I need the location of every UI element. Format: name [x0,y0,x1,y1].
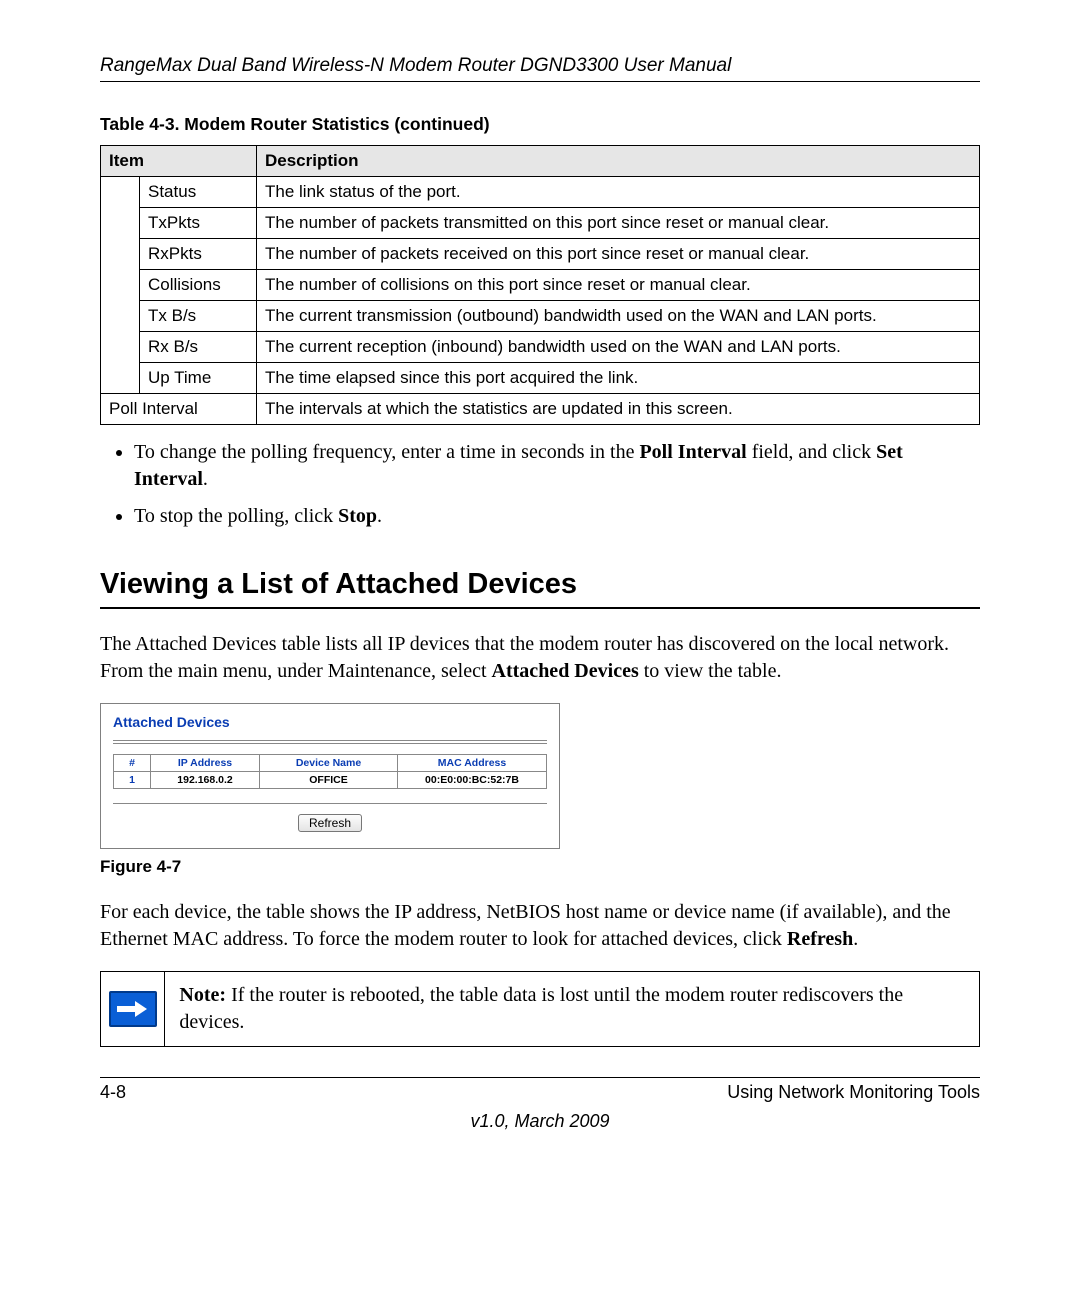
bold-text: Stop [338,505,377,527]
row-desc: The number of collisions on this port si… [257,270,980,301]
version-date: v1.0, March 2009 [100,1111,980,1132]
th-description: Description [257,146,980,177]
row-item: Tx B/s [140,301,257,332]
note-label: Note: [179,984,226,1006]
th-ip: IP Address [151,755,260,772]
row-desc: The current transmission (outbound) band… [257,301,980,332]
bold-text: Refresh [787,928,853,950]
th-num: # [114,755,151,772]
text: . [203,468,208,490]
text: If the router is rebooted, the table dat… [179,984,903,1033]
row-item-poll: Poll Interval [101,394,257,425]
arrow-right-icon [109,991,157,1027]
list-item: To change the polling frequency, enter a… [134,439,980,493]
section-name: Using Network Monitoring Tools [727,1082,980,1103]
td-ip: 192.168.0.2 [151,772,260,789]
section-heading: Viewing a List of Attached Devices [100,568,980,601]
text: . [377,505,382,527]
note-box: Note: If the router is rebooted, the tab… [100,971,980,1047]
stats-table: Item Description StatusThe link status o… [100,145,980,425]
row-item: Rx B/s [140,332,257,363]
header-rule [100,81,980,82]
attached-devices-table: # IP Address Device Name MAC Address 1 1… [113,754,547,789]
footer-rule [100,1077,980,1078]
text: To stop the polling, click [134,505,338,527]
page-number: 4-8 [100,1082,126,1103]
footer-row: 4-8 Using Network Monitoring Tools [100,1082,980,1103]
figure-caption: Figure 4-7 [100,857,980,877]
bullet-list: To change the polling frequency, enter a… [100,439,980,530]
row-item: TxPkts [140,208,257,239]
figure-title: Attached Devices [113,714,547,730]
row-desc: The number of packets received on this p… [257,239,980,270]
section-rule [100,607,980,609]
td-num: 1 [114,772,151,789]
row-item: Up Time [140,363,257,394]
bold-text: Poll Interval [639,441,746,463]
th-device-name: Device Name [260,755,398,772]
text: field, and click [747,441,876,463]
td-device-name: OFFICE [260,772,398,789]
table-caption: Table 4-3. Modem Router Statistics (cont… [100,114,980,135]
paragraph: The Attached Devices table lists all IP … [100,631,980,685]
row-desc: The time elapsed since this port acquire… [257,363,980,394]
th-item: Item [101,146,257,177]
row-item: RxPkts [140,239,257,270]
td-mac: 00:E0:00:BC:52:7B [398,772,547,789]
note-icon-cell [101,972,164,1046]
figure-rule-bottom [113,803,547,804]
paragraph: For each device, the table shows the IP … [100,899,980,953]
figure-rules [113,740,547,744]
row-desc-poll: The intervals at which the statistics ar… [257,394,980,425]
row-desc: The number of packets transmitted on thi… [257,208,980,239]
list-item: To stop the polling, click Stop. [134,503,980,530]
bold-text: Attached Devices [492,660,639,682]
row-desc: The link status of the port. [257,177,980,208]
attached-devices-figure: Attached Devices # IP Address Device Nam… [100,703,560,849]
running-header: RangeMax Dual Band Wireless-N Modem Rout… [100,55,980,77]
note-text: Note: If the router is rebooted, the tab… [165,972,979,1046]
th-mac: MAC Address [398,755,547,772]
text: to view the table. [639,660,782,682]
text: . [853,928,858,950]
refresh-button[interactable]: Refresh [298,814,362,832]
row-item: Status [140,177,257,208]
row-desc: The current reception (inbound) bandwidt… [257,332,980,363]
row-item: Collisions [140,270,257,301]
text: To change the polling frequency, enter a… [134,441,639,463]
